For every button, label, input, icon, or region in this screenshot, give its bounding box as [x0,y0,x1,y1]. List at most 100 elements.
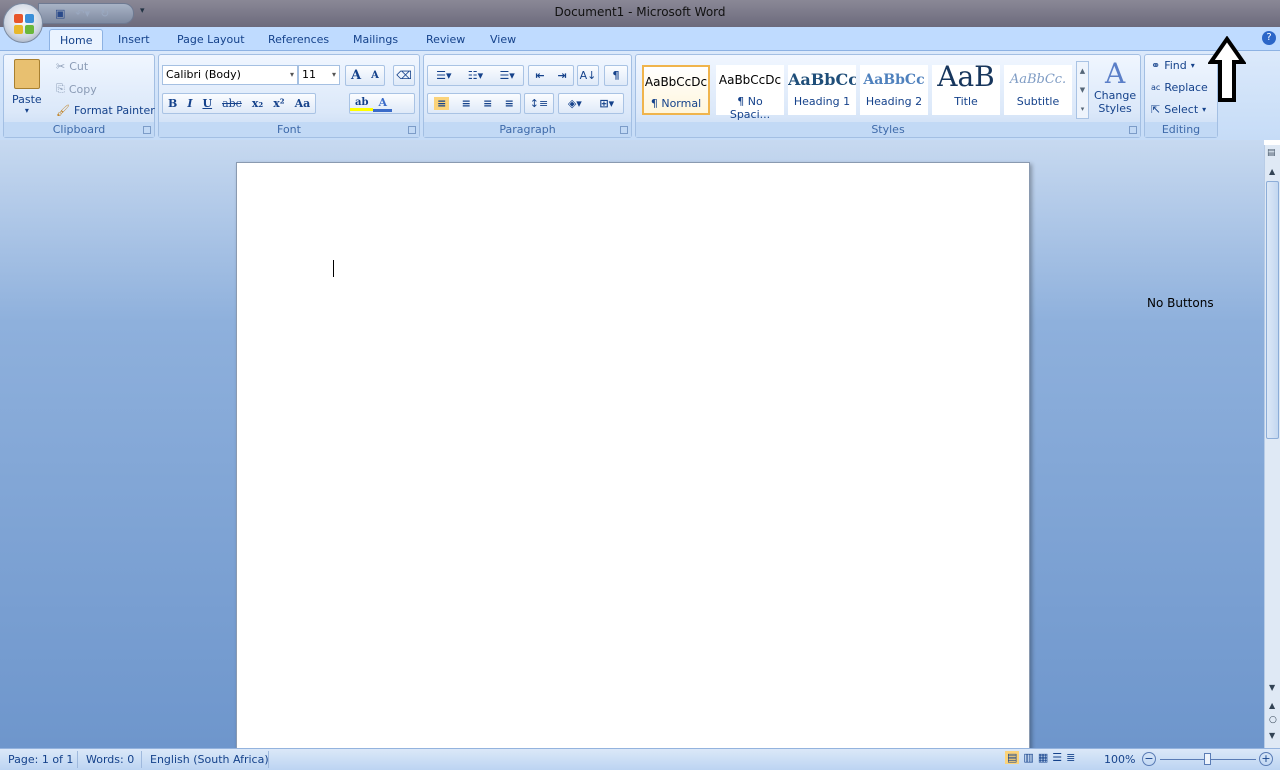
alignment-group: ≡ ≡ ≡ ≡ [427,93,521,114]
tab-insert[interactable]: Insert [108,29,160,51]
clear-formatting-button[interactable]: ⌫ [393,65,415,86]
help-icon[interactable]: ? [1262,31,1276,45]
tab-view[interactable]: View [480,29,526,51]
shading-icon[interactable]: ◈▾ [568,97,582,110]
multilevel-list-icon[interactable]: ☰▾ [499,69,514,82]
line-spacing-icon[interactable]: ↕≡ [524,93,554,114]
align-right-icon[interactable]: ≡ [483,97,492,110]
strikethrough-button[interactable]: abc [217,97,247,110]
save-icon[interactable]: ▣ [55,7,65,20]
editing-label: Editing [1145,122,1217,137]
dialog-launcher-icon[interactable] [620,126,628,134]
vertical-scrollbar[interactable]: ▤ ▲ ▼ ▲ ○ ▼ [1264,145,1280,748]
style-normal[interactable]: AaBbCcDc¶ Normal [642,65,710,115]
replace-button[interactable]: acReplace [1151,81,1208,94]
arrow-up-icon [1208,36,1246,104]
font-group: Calibri (Body)▾ 11▾ AA ⌫ B I U abc x₂ x²… [158,54,420,138]
outline-icon[interactable]: ☰ [1052,751,1062,764]
clipboard-label: Clipboard [4,122,154,137]
scroll-down-icon[interactable]: ▼ [1269,683,1275,692]
find-button[interactable]: ⚭Find▾ [1151,59,1195,72]
office-button[interactable] [3,3,43,43]
title-bar: Document1 - Microsoft Word [0,0,1280,27]
select-button[interactable]: ⇱Select▾ [1151,103,1206,116]
grow-font-button[interactable]: A [346,68,366,83]
style-no-spacing[interactable]: AaBbCcDc¶ No Spaci... [716,65,784,115]
dialog-launcher-icon[interactable] [1129,126,1137,134]
paste-button[interactable]: Paste ▾ [12,59,42,115]
annotation-text: No Buttons [1147,296,1214,310]
undo-icon[interactable]: ↶▾ [75,7,90,20]
font-size-dropdown[interactable]: 11▾ [298,65,340,85]
justify-icon[interactable]: ≡ [505,97,514,110]
view-buttons: ▤ ▥ ▦ ☰ ≣ [1005,751,1075,764]
full-screen-reading-icon[interactable]: ▥ [1023,751,1033,764]
cut-button[interactable]: ✂Cut [56,60,88,73]
customize-qat-icon[interactable]: ▾ [140,6,145,16]
dialog-launcher-icon[interactable] [143,126,151,134]
styles-gallery-scroll[interactable]: ▲▼▾ [1076,61,1089,119]
decrease-indent-icon[interactable]: ⇤ [535,69,544,82]
tab-page-layout[interactable]: Page Layout [167,29,255,51]
quick-access-toolbar: ▣ ↶▾ ↻ [38,3,134,24]
scissors-icon: ✂ [56,60,65,73]
increase-indent-icon[interactable]: ⇥ [557,69,566,82]
color-group: ab A [349,93,415,114]
ribbon-tabs: Home Insert Page Layout References Maili… [0,27,1280,51]
tab-references[interactable]: References [258,29,339,51]
style-heading-1[interactable]: AaBbCcHeading 1 [788,65,856,115]
redo-icon[interactable]: ↻ [100,7,109,20]
copy-button[interactable]: ⎘Copy [56,82,97,96]
style-heading-2[interactable]: AaBbCcHeading 2 [860,65,928,115]
zoom-level[interactable]: 100% [1104,753,1135,766]
bullets-icon[interactable]: ☰▾ [436,69,451,82]
tab-review[interactable]: Review [416,29,475,51]
status-bar: Page: 1 of 1 Words: 0 English (South Afr… [0,748,1280,770]
zoom-out-icon[interactable]: − [1142,752,1156,766]
previous-page-icon[interactable]: ▲ [1269,701,1275,710]
zoom-slider-thumb[interactable] [1204,753,1211,765]
font-color-icon[interactable]: A [373,96,392,112]
show-formatting-button[interactable]: ¶ [604,65,628,86]
paragraph-group: ☰▾☷▾☰▾ ⇤⇥ A↓ ¶ ≡≡≡≡ ↕≡ ◈▾⊞▾ Paragraph [423,54,632,138]
align-left-icon[interactable]: ≡ [434,97,449,110]
tab-home[interactable]: Home [49,29,103,51]
italic-button[interactable]: I [182,97,197,110]
browse-object-icon[interactable]: ○ [1269,715,1277,725]
format-painter-button[interactable]: 🖌Format Painter [56,104,155,117]
numbering-icon[interactable]: ☷▾ [468,69,483,82]
align-center-icon[interactable]: ≡ [462,97,471,110]
font-name-dropdown[interactable]: Calibri (Body)▾ [162,65,298,85]
change-styles-button[interactable]: A Change Styles [1094,59,1136,115]
ribbon: Paste ▾ ✂Cut ⎘Copy 🖌Format Painter Clipb… [0,50,1280,140]
language[interactable]: English (South Africa) [150,753,269,766]
bold-button[interactable]: B [163,97,182,110]
tab-mailings[interactable]: Mailings [343,29,408,51]
scrollbar-thumb[interactable] [1266,181,1279,439]
document-page[interactable] [236,162,1030,752]
ruler-toggle-icon[interactable]: ▤ [1267,148,1276,158]
font-size-group: AA [345,65,385,86]
clipboard-icon [14,59,40,89]
borders-icon[interactable]: ⊞▾ [599,97,614,110]
scroll-up-icon[interactable]: ▲ [1269,167,1275,176]
underline-button[interactable]: U [197,97,217,110]
change-case-button[interactable]: Aa [290,97,316,110]
sort-icon[interactable]: A↓ [577,65,599,86]
highlight-icon[interactable]: ab [350,97,373,111]
style-subtitle[interactable]: AaBbCc.Subtitle [1004,65,1072,115]
subscript-button[interactable]: x₂ [247,97,268,110]
draft-icon[interactable]: ≣ [1066,751,1075,764]
style-title[interactable]: AaBTitle [932,65,1000,115]
superscript-button[interactable]: x² [268,97,289,110]
word-count[interactable]: Words: 0 [86,753,134,766]
window-title: Document1 - Microsoft Word [0,5,1280,19]
zoom-in-icon[interactable]: + [1259,752,1273,766]
shrink-font-button[interactable]: A [366,70,384,81]
web-layout-icon[interactable]: ▦ [1038,751,1048,764]
dialog-launcher-icon[interactable] [408,126,416,134]
next-page-icon[interactable]: ▼ [1269,731,1275,740]
page-count[interactable]: Page: 1 of 1 [8,753,73,766]
styles-group: AaBbCcDc¶ Normal AaBbCcDc¶ No Spaci... A… [635,54,1141,138]
print-layout-icon[interactable]: ▤ [1005,751,1019,764]
